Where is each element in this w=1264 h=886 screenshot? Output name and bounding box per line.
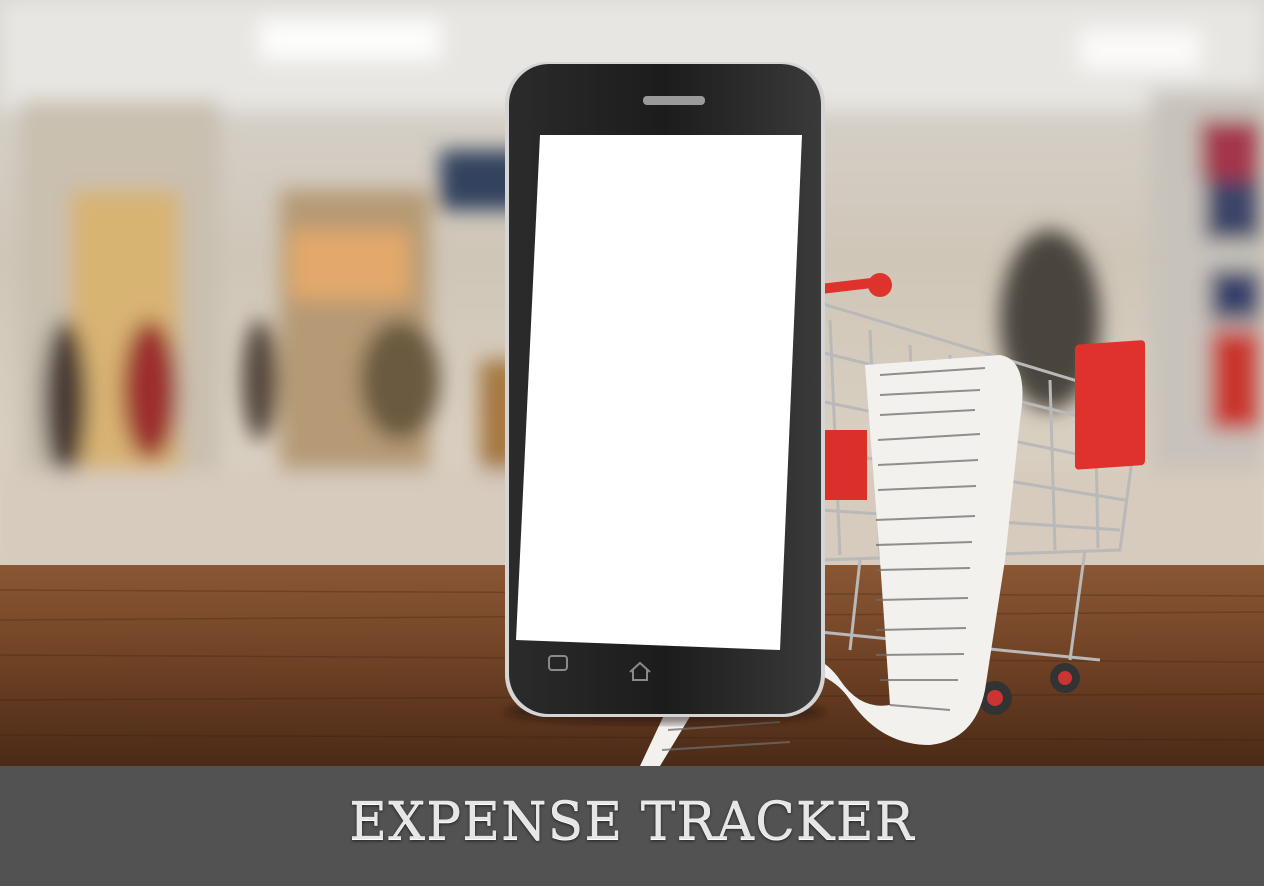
title-banner: EXPENSE TRACKER: [0, 766, 1264, 886]
hero-photo: [0, 0, 1264, 766]
phone-icon: [505, 62, 825, 724]
mall-scene-illustration: [0, 0, 1264, 766]
banner-title: EXPENSE TRACKER: [349, 792, 915, 852]
phone-screen: [516, 135, 802, 650]
